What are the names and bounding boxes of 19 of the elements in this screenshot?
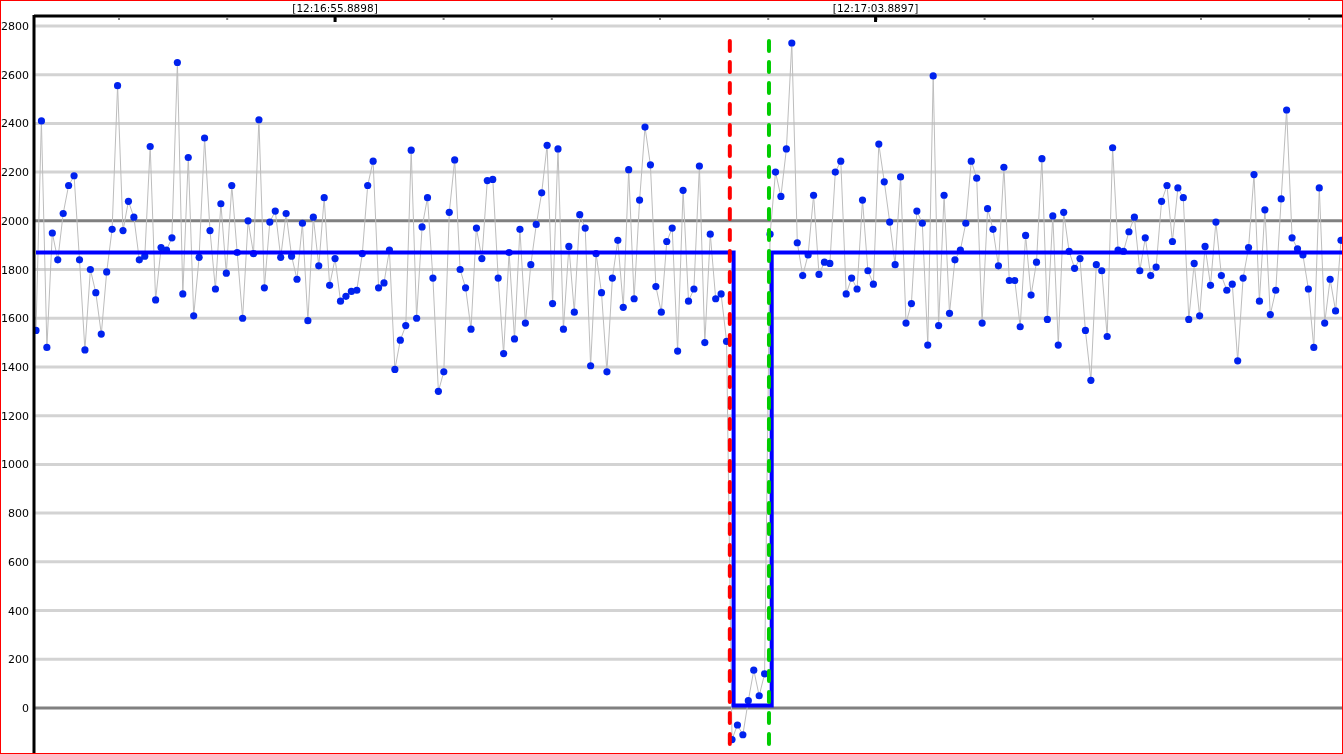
axis-label: 0 (22, 701, 29, 715)
axis-label: 2600 (1, 68, 29, 82)
axis-label: 1200 (1, 409, 29, 423)
axis-label: 600 (8, 555, 29, 569)
axis-label: 1400 (1, 360, 29, 374)
axis-label: 1800 (1, 263, 29, 277)
axis-label: 800 (8, 507, 29, 521)
marker-line[interactable] (767, 39, 771, 746)
axis-label: 1600 (1, 312, 29, 326)
axis-label: 2000 (1, 214, 29, 228)
axis-label: 400 (8, 604, 29, 618)
axis-label: [12:16:55.8898] (292, 2, 378, 14)
axis-label: 200 (8, 653, 29, 667)
axis-label: [12:17:03.8897] (832, 2, 919, 14)
axis-label: 2400 (1, 117, 29, 131)
axis-label: 2200 (1, 166, 29, 180)
axis-label: 2800 (1, 19, 29, 33)
marker-line[interactable] (727, 39, 732, 746)
axis-label: 1000 (1, 458, 29, 472)
